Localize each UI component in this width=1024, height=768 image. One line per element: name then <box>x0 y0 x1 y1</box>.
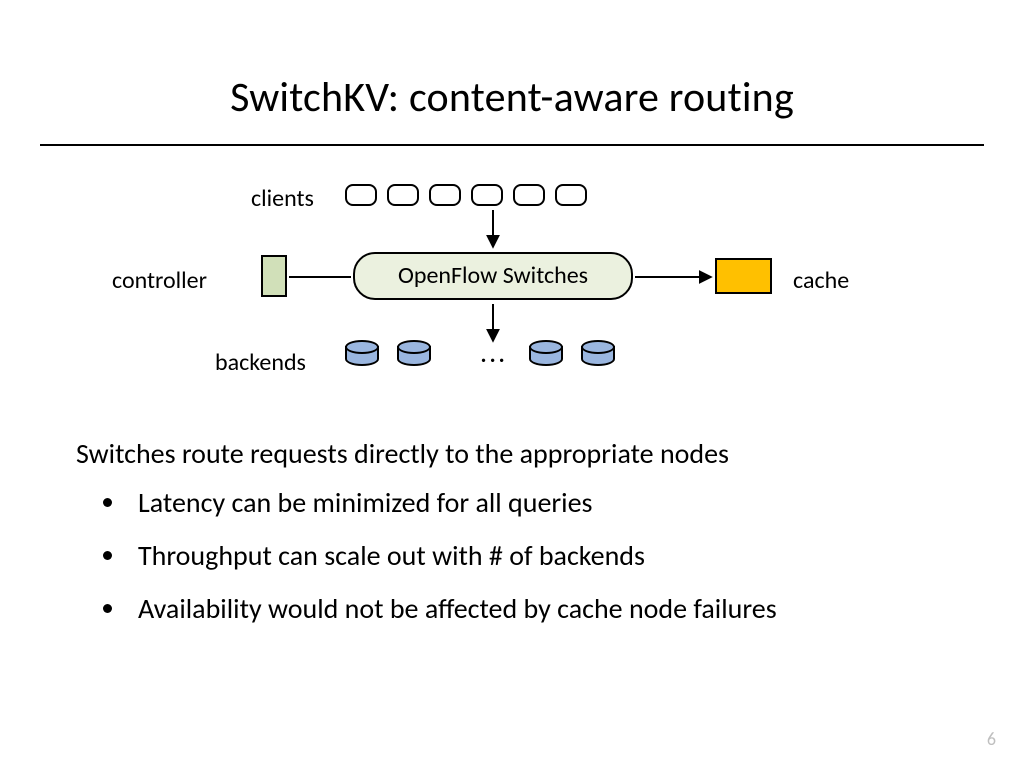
backend-cylinder <box>397 340 431 366</box>
architecture-diagram: clients controller cache backends OpenFl… <box>0 170 1024 400</box>
slide-title: SwitchKV: content-aware routing <box>0 72 1024 123</box>
bullet-list: Latency can be minimized for all queries… <box>76 485 956 626</box>
cache-node <box>715 258 772 294</box>
client-box <box>387 184 419 206</box>
client-box <box>513 184 545 206</box>
bullet-item: Latency can be minimized for all queries <box>128 485 956 520</box>
backend-cylinder <box>581 340 615 366</box>
controller-node <box>261 255 287 297</box>
lead-sentence: Switches route requests directly to the … <box>76 436 956 471</box>
backends-label: backends <box>215 348 306 377</box>
client-box <box>555 184 587 206</box>
clients-label: clients <box>251 184 314 213</box>
backends-ellipsis: ... <box>480 335 507 370</box>
backend-cylinder <box>345 340 379 366</box>
client-box <box>471 184 503 206</box>
client-box <box>429 184 461 206</box>
body-text: Switches route requests directly to the … <box>76 436 956 644</box>
bullet-item: Throughput can scale out with # of backe… <box>128 538 956 573</box>
title-divider <box>40 144 984 146</box>
openflow-switches-node: OpenFlow Switches <box>353 252 633 300</box>
cache-label: cache <box>793 266 849 295</box>
bullet-item: Availability would not be affected by ca… <box>128 591 956 626</box>
client-box <box>345 184 377 206</box>
backend-cylinder <box>529 340 563 366</box>
controller-label: controller <box>112 266 207 295</box>
page-number: 6 <box>987 728 996 750</box>
